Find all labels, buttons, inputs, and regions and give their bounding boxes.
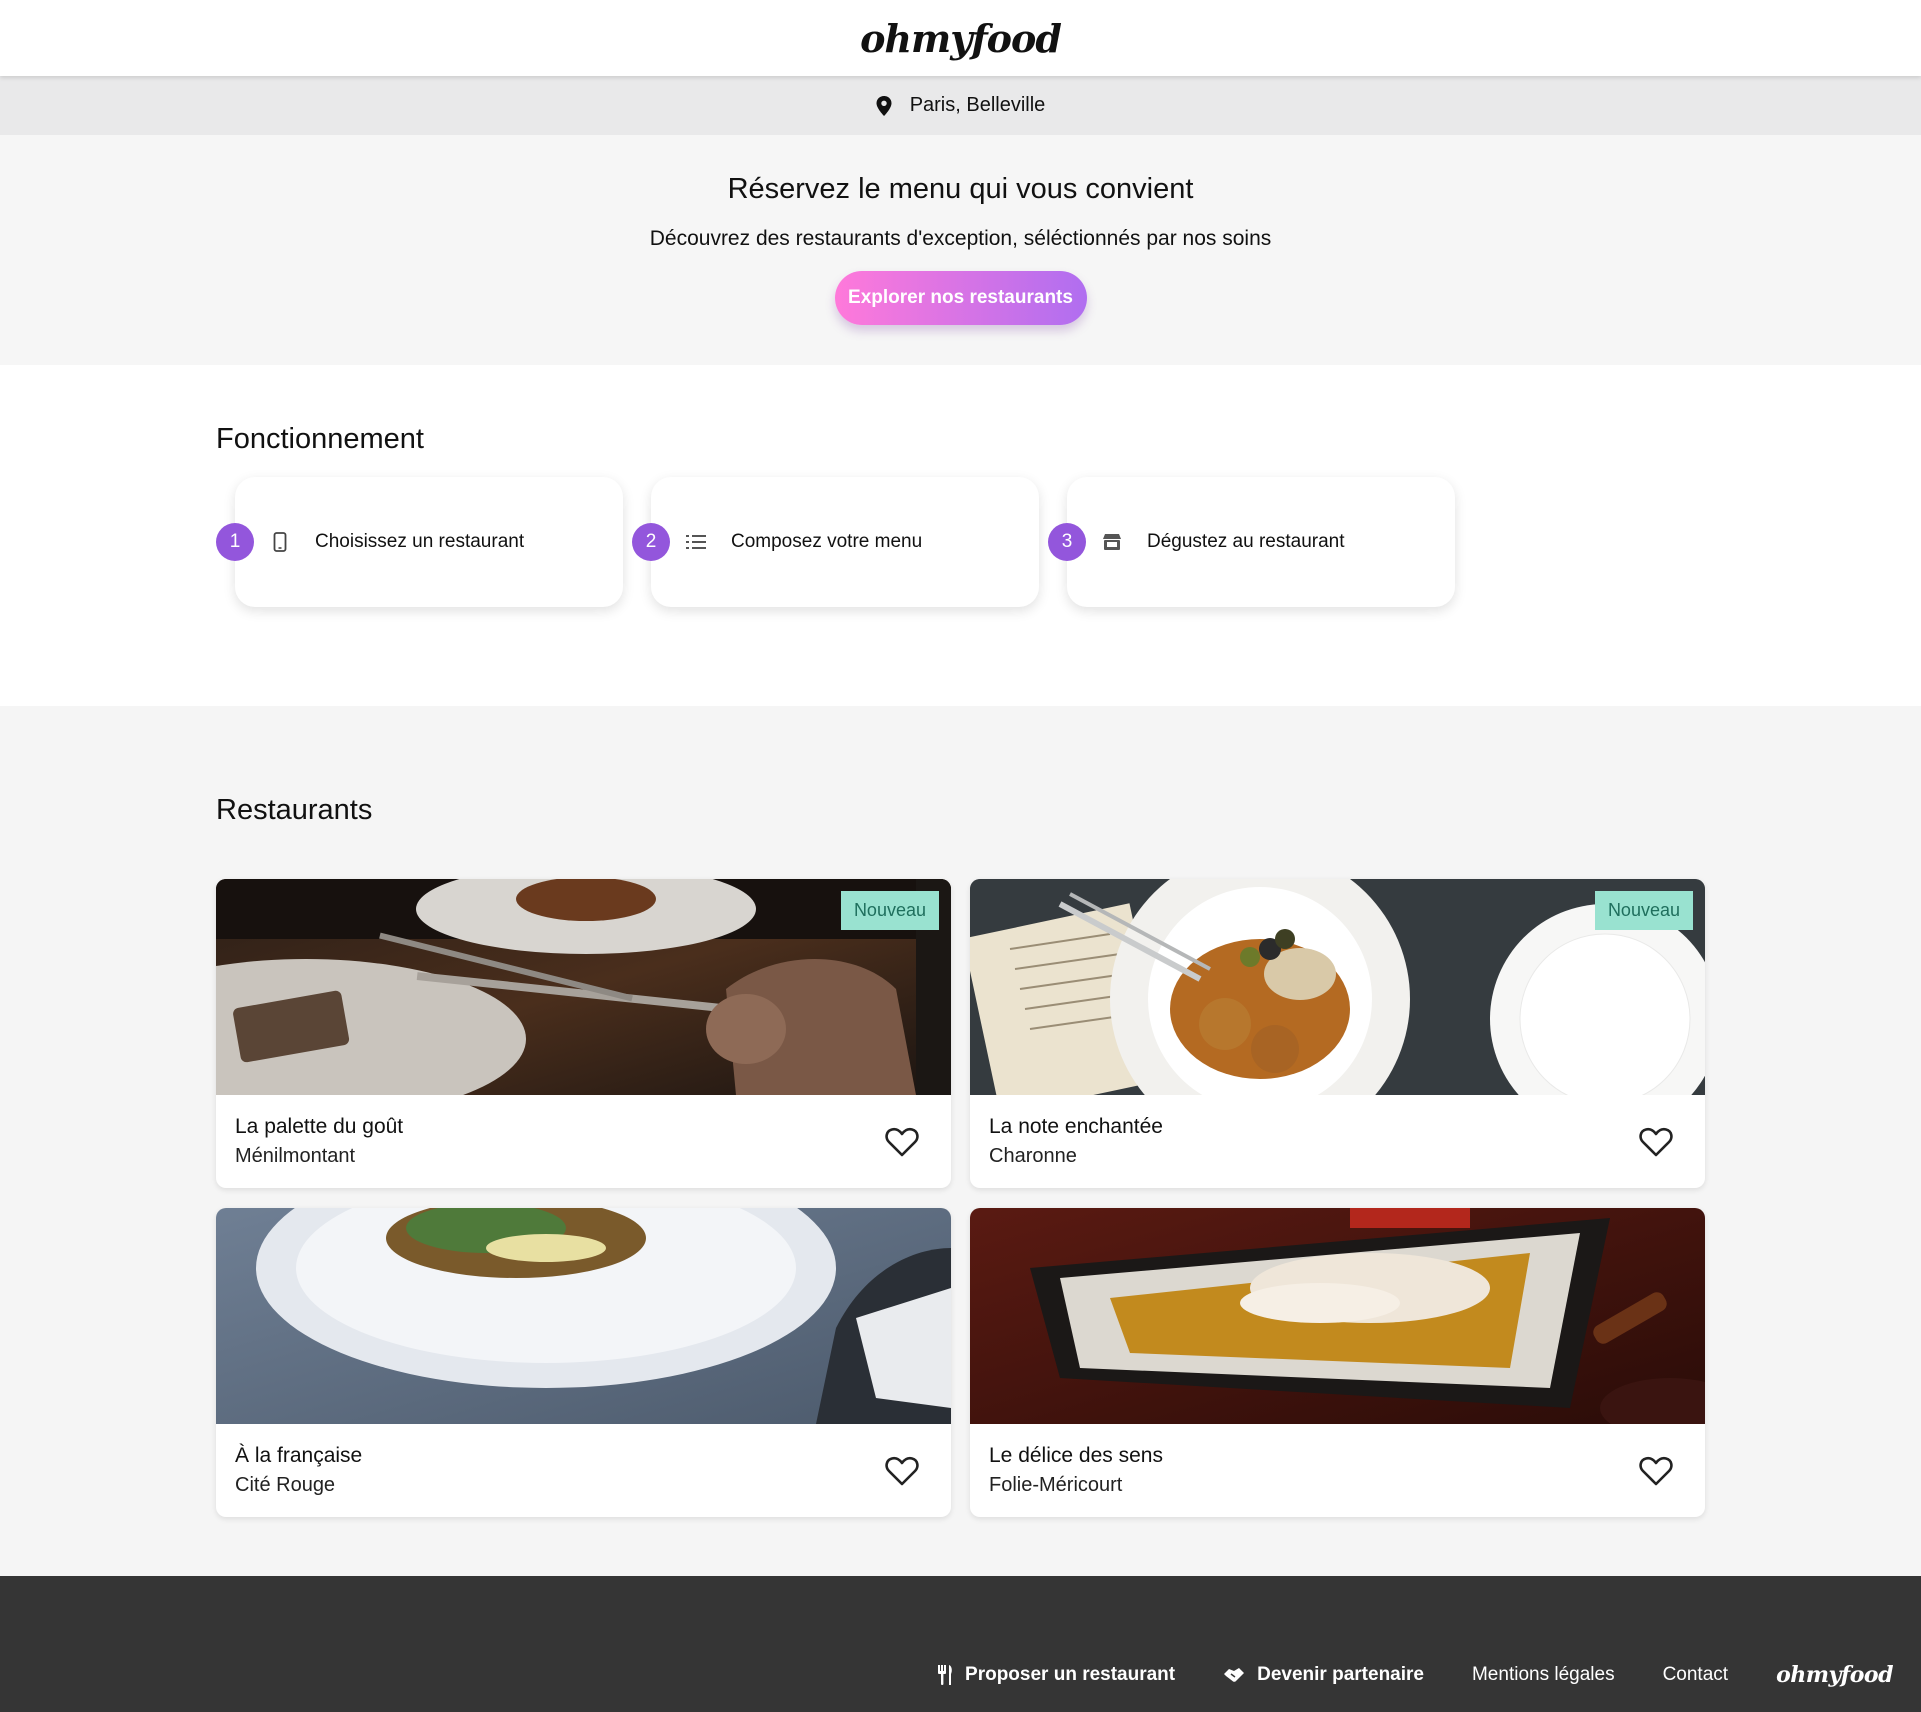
footer-logo[interactable]: ohmyfood bbox=[1776, 1662, 1893, 1688]
heart-icon[interactable] bbox=[885, 1127, 919, 1157]
legal-notices-link[interactable]: Mentions légales bbox=[1472, 1664, 1615, 1686]
step-card: 1 Choisissez un restaurant bbox=[216, 477, 623, 607]
store-icon bbox=[1101, 531, 1123, 553]
utensils-icon bbox=[938, 1665, 952, 1685]
explore-restaurants-button[interactable]: Explorer nos restaurants bbox=[834, 271, 1087, 325]
step-label: Dégustez au restaurant bbox=[1147, 531, 1345, 552]
restaurant-name: La palette du goût bbox=[235, 1115, 404, 1138]
restaurants-section: Restaurants Nouveau La palette du goût M… bbox=[0, 706, 1921, 1576]
propose-restaurant-link[interactable]: Proposer un restaurant bbox=[937, 1664, 1175, 1686]
restaurant-area: Ménilmontant bbox=[235, 1145, 356, 1167]
heart-icon[interactable] bbox=[1639, 1456, 1673, 1486]
step-number: 1 bbox=[216, 523, 254, 561]
restaurant-card[interactable]: Nouveau La note enchantée Charonne bbox=[970, 879, 1705, 1188]
restaurant-card[interactable]: Nouveau La palette du goût Ménilmontant bbox=[216, 879, 951, 1188]
contact-link[interactable]: Contact bbox=[1663, 1664, 1728, 1686]
restaurant-name: À la française bbox=[235, 1444, 363, 1467]
location-text: Paris, Belleville bbox=[909, 94, 1046, 116]
how-it-works-section: Fonctionnement 1 Choisissez un restauran… bbox=[0, 365, 1921, 706]
handshake-icon bbox=[1224, 1668, 1245, 1682]
restaurants-section-title: Restaurants bbox=[216, 794, 373, 826]
restaurant-name: Le délice des sens bbox=[989, 1444, 1163, 1467]
restaurant-card[interactable]: Le délice des sens Folie-Méricourt bbox=[970, 1208, 1705, 1517]
become-partner-link[interactable]: Devenir partenaire bbox=[1223, 1664, 1424, 1686]
step-card: 3 Dégustez au restaurant bbox=[1048, 477, 1455, 607]
step-label: Composez votre menu bbox=[731, 531, 923, 552]
how-section-title: Fonctionnement bbox=[216, 423, 424, 455]
step-number: 2 bbox=[632, 523, 670, 561]
step-card: 2 Composez votre menu bbox=[632, 477, 1039, 607]
restaurant-photo: Nouveau bbox=[216, 879, 951, 1095]
heart-icon[interactable] bbox=[1639, 1127, 1673, 1157]
new-badge: Nouveau bbox=[1594, 891, 1693, 930]
map-pin-icon bbox=[876, 95, 892, 116]
step-number: 3 bbox=[1048, 523, 1086, 561]
restaurant-grid: Nouveau La palette du goût Ménilmontant bbox=[216, 879, 1705, 1517]
restaurant-area: Folie-Méricourt bbox=[989, 1474, 1123, 1496]
restaurant-photo bbox=[970, 1208, 1705, 1424]
step-label: Choisissez un restaurant bbox=[315, 531, 525, 552]
restaurant-card[interactable]: À la française Cité Rouge bbox=[216, 1208, 951, 1517]
hero-section: Réservez le menu qui vous convient Décou… bbox=[0, 135, 1921, 365]
restaurant-name: La note enchantée bbox=[989, 1115, 1163, 1138]
top-header: ohmyfood bbox=[0, 0, 1921, 76]
footer-nav: Proposer un restaurant Devenir partenair… bbox=[937, 1662, 1893, 1688]
site-footer: Proposer un restaurant Devenir partenair… bbox=[0, 1576, 1921, 1712]
list-icon bbox=[685, 531, 707, 553]
restaurant-area: Charonne bbox=[989, 1145, 1077, 1167]
restaurant-area: Cité Rouge bbox=[235, 1474, 336, 1496]
new-badge: Nouveau bbox=[840, 891, 939, 930]
restaurant-photo: Nouveau bbox=[970, 879, 1705, 1095]
heart-icon[interactable] bbox=[885, 1456, 919, 1486]
site-logo[interactable]: ohmyfood bbox=[860, 16, 1062, 61]
hero-title: Réservez le menu qui vous convient bbox=[727, 173, 1194, 205]
hero-subtitle: Découvrez des restaurants d'exception, s… bbox=[649, 227, 1272, 250]
restaurant-photo bbox=[216, 1208, 951, 1424]
steps-list: 1 Choisissez un restaurant 2 Composez vo… bbox=[216, 477, 1455, 607]
mobile-phone-icon bbox=[269, 531, 291, 553]
location-bar: Paris, Belleville bbox=[0, 76, 1921, 135]
